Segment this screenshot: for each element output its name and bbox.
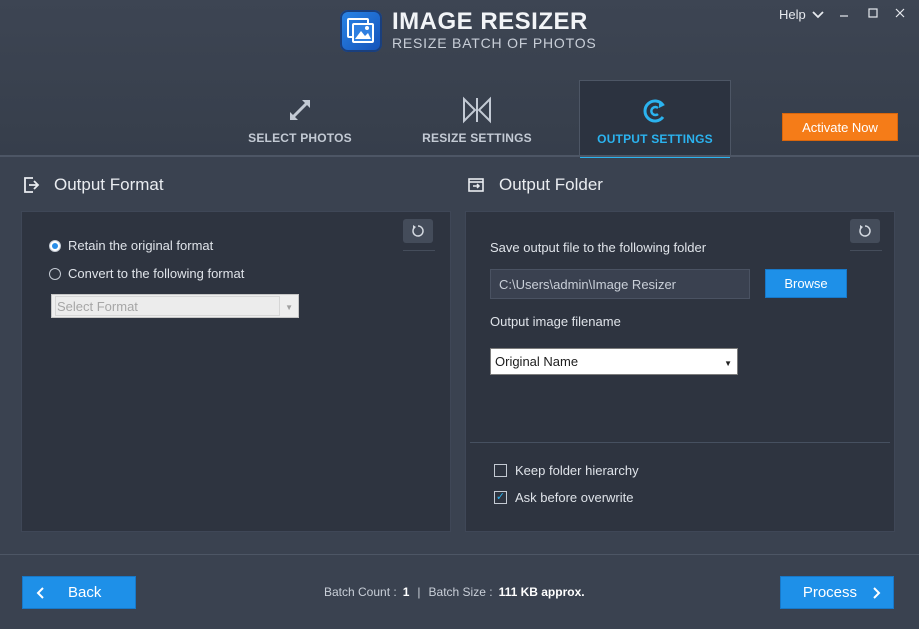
convert-format-label: Convert to the following format [68,266,245,281]
footer-divider [0,554,919,555]
browse-button[interactable]: Browse [765,269,847,298]
minimize-button[interactable] [834,4,854,22]
filename-select[interactable]: Original Name ▼ [490,348,738,375]
batch-count-label: Batch Count : [324,585,397,599]
batch-count-value: 1 [402,585,410,599]
tab-label: OUTPUT SETTINGS [597,132,713,146]
dropdown-arrow-icon: ▼ [724,359,732,368]
reset-folder-button[interactable] [850,219,880,243]
export-icon [24,177,40,193]
reset-icon [412,225,424,237]
format-select-value: Select Format [55,296,280,316]
app-header: IMAGE RESIZER RESIZE BATCH OF PHOTOS Hel… [0,0,919,158]
output-path-value: C:\Users\admin\Image Resizer [499,276,676,292]
convert-format-option[interactable]: Convert to the following format [49,266,244,281]
process-button[interactable]: Process [780,576,894,609]
help-label: Help [779,7,806,22]
ask-overwrite-option[interactable]: ✓ Ask before overwrite [494,490,634,505]
output-format-panel [21,211,451,532]
tab-label: RESIZE SETTINGS [422,131,532,145]
chevron-left-icon [36,586,44,599]
output-path-field[interactable]: C:\Users\admin\Image Resizer [490,269,750,299]
activate-now-button[interactable]: Activate Now [782,113,898,141]
back-button[interactable]: Back [22,576,136,609]
back-label: Back [68,584,102,601]
batch-info: Batch Count : 1 | Batch Size : 111 KB ap… [324,585,585,599]
close-icon [895,8,905,18]
ask-overwrite-label: Ask before overwrite [515,490,634,505]
app-title: IMAGE RESIZER [392,8,588,35]
close-button[interactable] [890,4,910,22]
maximize-icon [868,8,878,18]
expand-arrows-icon [290,100,310,120]
output-format-heading: Output Format [22,175,164,195]
folder-options-divider [470,442,890,443]
batch-size-value: 111 KB approx. [498,585,585,599]
keep-hierarchy-checkbox[interactable] [494,464,507,477]
ask-overwrite-checkbox[interactable]: ✓ [494,491,507,504]
tab-label: SELECT PHOTOS [248,131,352,145]
batch-size-label: Batch Size : [428,585,493,599]
batch-separator: | [417,585,421,599]
save-folder-label: Save output file to the following folder [490,240,707,255]
output-settings-icon [643,99,665,123]
help-menu[interactable]: Help [779,7,824,22]
chevron-down-icon [812,10,824,18]
keep-hierarchy-option[interactable]: Keep folder hierarchy [494,463,639,478]
maximize-button[interactable] [863,4,883,22]
minimize-icon [840,15,848,17]
output-format-title: Output Format [54,175,164,194]
process-label: Process [802,584,857,601]
output-folder-heading: Output Folder [467,175,603,195]
radio-unselected[interactable] [49,267,61,280]
filename-select-value: Original Name [495,354,579,369]
keep-hierarchy-label: Keep folder hierarchy [515,463,639,478]
format-select: Select Format ▼ [51,294,299,318]
reset-icon [859,225,871,237]
reset-underline [403,250,435,251]
folder-export-icon [468,178,484,192]
tab-output-settings[interactable]: OUTPUT SETTINGS [579,80,731,158]
filename-label: Output image filename [490,314,621,329]
chevron-right-icon [873,586,881,599]
tabs-divider [0,155,919,157]
reset-format-button[interactable] [403,219,433,243]
reset-underline [850,250,882,251]
retain-format-label: Retain the original format [68,238,214,253]
tab-resize-settings[interactable]: RESIZE SETTINGS [400,80,554,157]
radio-selected[interactable] [49,239,61,252]
retain-format-option[interactable]: Retain the original format [49,238,213,253]
tab-select-photos[interactable]: SELECT PHOTOS [224,80,376,157]
dropdown-arrow-icon: ▼ [285,303,293,312]
resize-settings-icon [463,96,491,124]
app-subtitle: RESIZE BATCH OF PHOTOS [392,35,597,51]
app-logo-icon [340,10,382,52]
output-folder-title: Output Folder [499,175,603,194]
